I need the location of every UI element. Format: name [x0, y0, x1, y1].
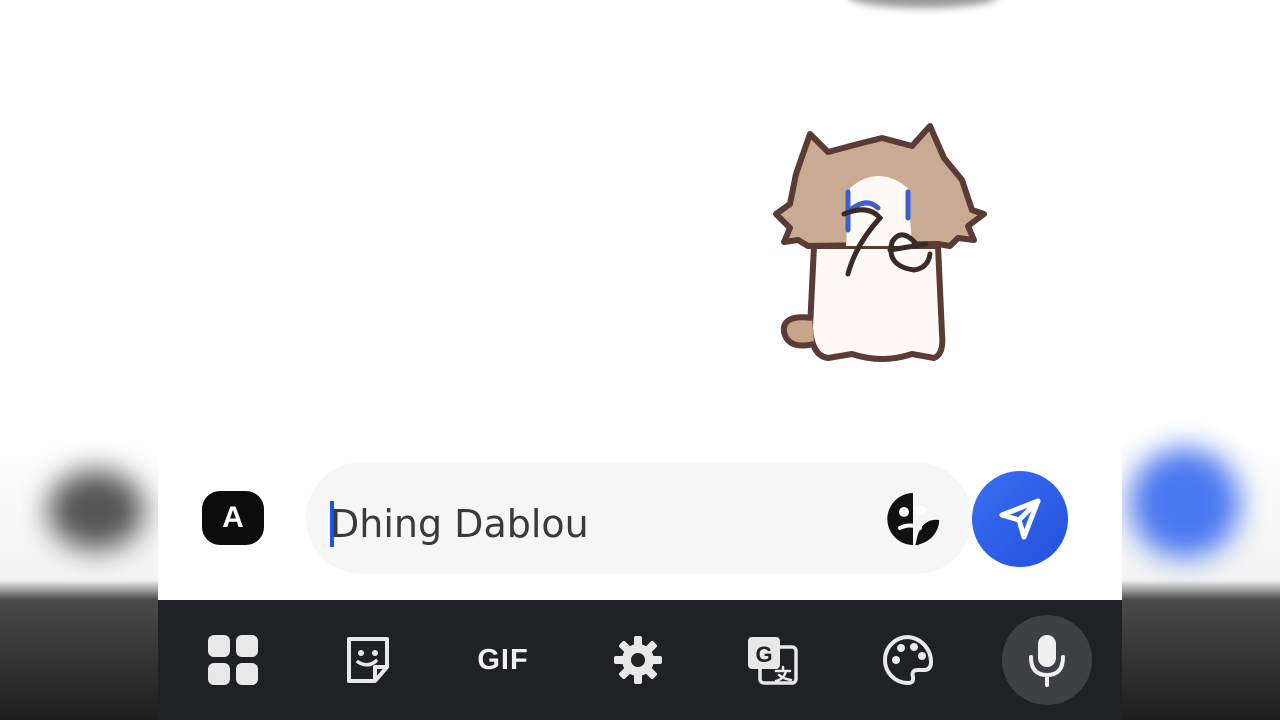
microphone-icon	[1029, 635, 1065, 687]
left-blurred-backdrop	[0, 0, 158, 720]
blurred-key-shape	[48, 470, 144, 550]
gif-label: GIF	[477, 643, 529, 676]
voice-input-button[interactable]	[1002, 615, 1092, 705]
apps-grid-button[interactable]	[193, 624, 273, 696]
gif-button[interactable]: GIF	[463, 624, 543, 696]
cat-sticker[interactable]	[762, 118, 996, 372]
phone-screen: A Dhing Dablou GIF G	[158, 0, 1122, 720]
translate-icon: G	[748, 637, 798, 685]
grid-apps-icon	[208, 635, 258, 685]
language-key-label: A	[222, 501, 244, 534]
send-arrow-icon	[999, 498, 1041, 540]
theme-button[interactable]	[868, 624, 948, 696]
blurred-send-shape	[1130, 448, 1240, 558]
message-composer: A Dhing Dablou	[158, 458, 1122, 582]
palette-icon	[883, 634, 934, 686]
translate-button[interactable]: G	[733, 624, 813, 696]
settings-button[interactable]	[598, 624, 678, 696]
language-switch-button[interactable]: A	[202, 491, 264, 545]
emoji-sticker-button[interactable]	[884, 490, 942, 548]
sticker-icon	[347, 637, 389, 683]
message-input-text[interactable]: Dhing Dablou	[330, 502, 589, 546]
right-blurred-backdrop	[1122, 0, 1280, 720]
sticker-button[interactable]	[328, 624, 408, 696]
keyboard-toolbar: GIF G	[158, 600, 1122, 720]
gear-icon	[614, 636, 662, 684]
top-edge-shadow	[848, 0, 998, 8]
svg-text:G: G	[755, 642, 772, 667]
send-button[interactable]	[972, 471, 1068, 567]
emoji-sticker-icon	[887, 493, 940, 546]
cat-waving-hi-sticker-icon	[773, 123, 987, 362]
